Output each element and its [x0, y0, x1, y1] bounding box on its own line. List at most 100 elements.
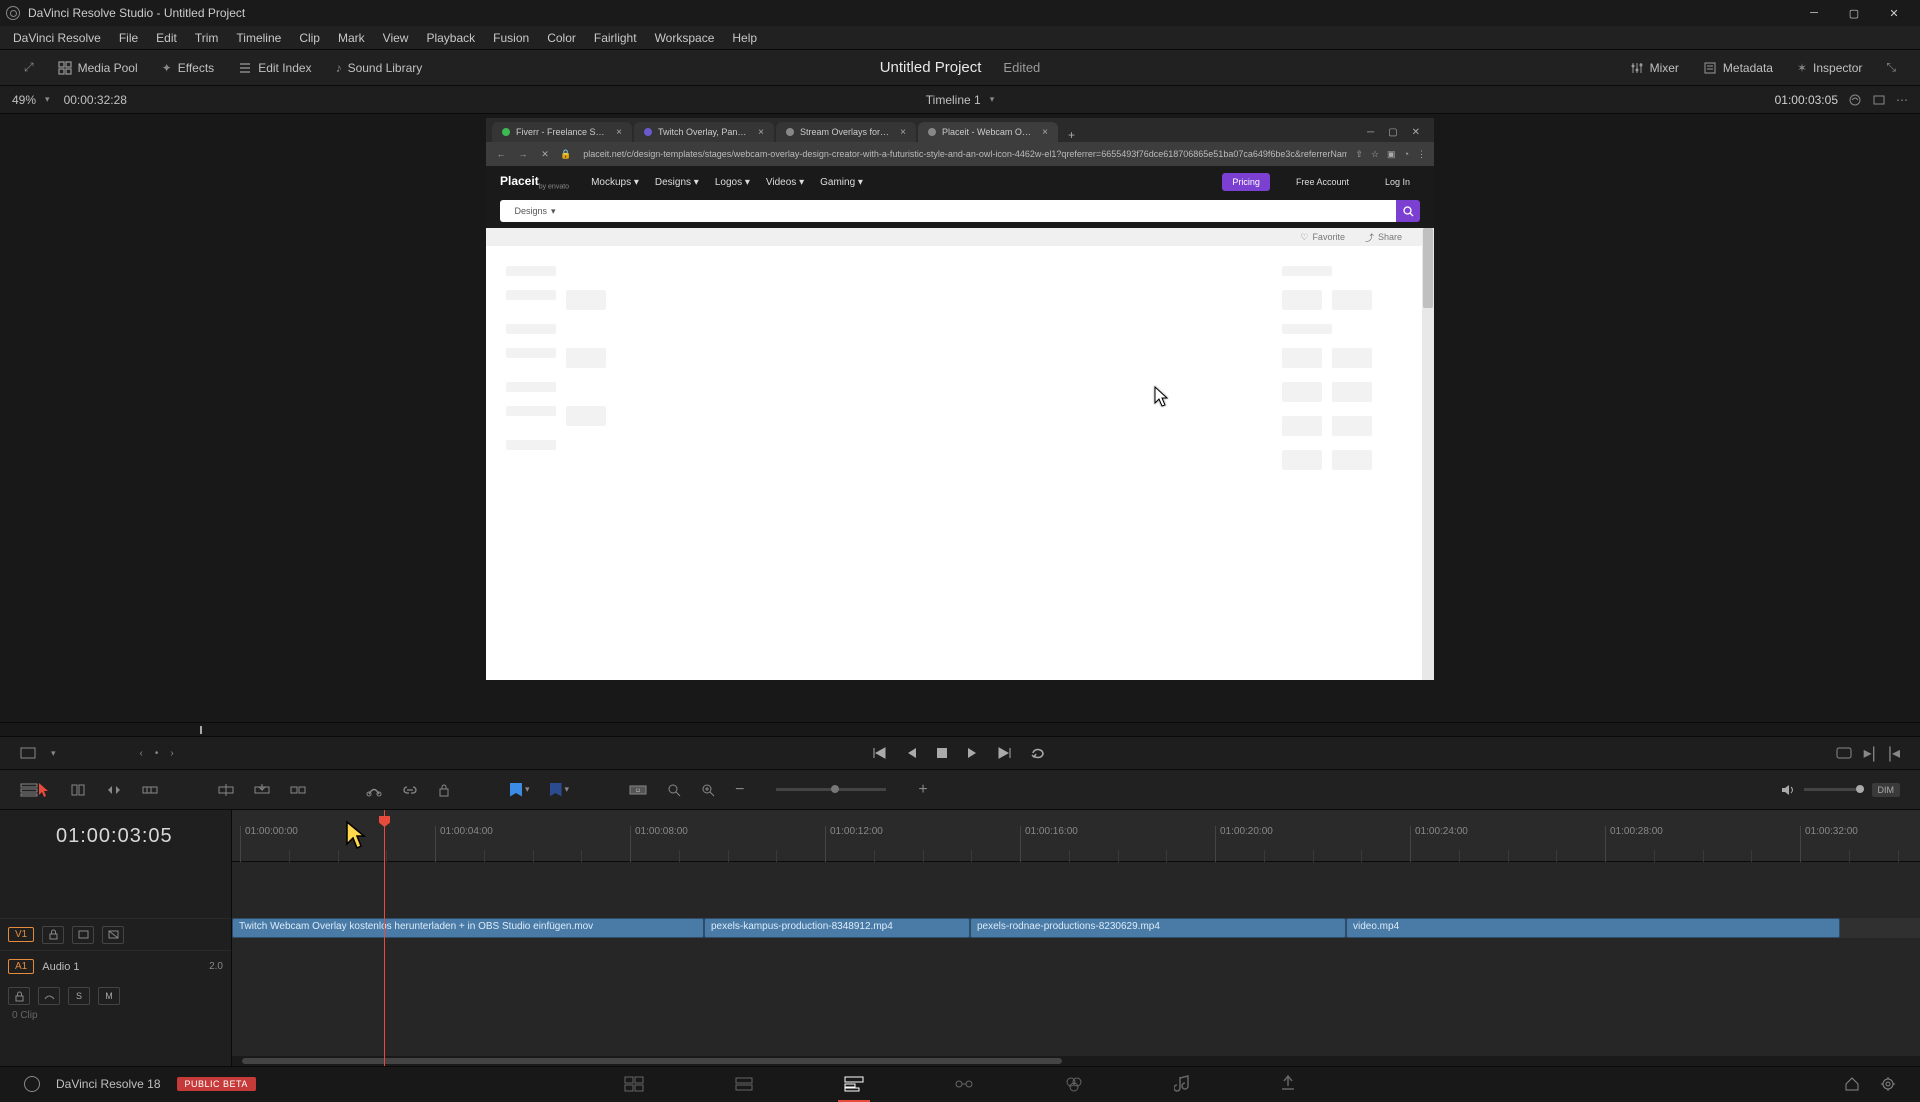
- menu-view[interactable]: View: [374, 26, 418, 50]
- menu-color[interactable]: Color: [538, 26, 585, 50]
- track-auto-select-button[interactable]: [72, 926, 94, 944]
- marker-dropdown[interactable]: ▾: [550, 783, 570, 797]
- timeline-clip[interactable]: pexels-kampus-production-8348912.mp4: [704, 918, 970, 938]
- track-disable-button[interactable]: [102, 926, 124, 944]
- menu-file[interactable]: File: [110, 26, 147, 50]
- menu-workspace[interactable]: Workspace: [646, 26, 724, 50]
- timeline-clip[interactable]: video.mp4: [1346, 918, 1840, 938]
- cut-page-button[interactable]: [734, 1076, 754, 1092]
- solo-button[interactable]: S: [68, 987, 90, 1005]
- audio-track-badge[interactable]: A1: [8, 959, 34, 974]
- go-to-end-button[interactable]: [997, 747, 1011, 759]
- menu-fusion[interactable]: Fusion: [484, 26, 538, 50]
- track-lock-button[interactable]: [42, 926, 64, 944]
- viewer-canvas[interactable]: Fiverr - Freelance Services Mark…× Twitc…: [486, 118, 1434, 680]
- menu-davinci-resolve[interactable]: DaVinci Resolve: [4, 26, 110, 50]
- flag-dropdown[interactable]: ▾: [510, 783, 530, 797]
- expand-button[interactable]: ⤢: [12, 50, 46, 86]
- viewer-options-icon[interactable]: ⋯: [1896, 93, 1908, 107]
- stop-button[interactable]: [937, 748, 947, 758]
- match-frame-button[interactable]: [1836, 747, 1852, 759]
- record-timecode[interactable]: 01:00:03:05: [1775, 93, 1838, 107]
- menu-help[interactable]: Help: [723, 26, 766, 50]
- prev-clip-button[interactable]: ‹: [140, 748, 143, 759]
- timeline-tracks[interactable]: 01:00:00:0001:00:04:0001:00:08:0001:00:1…: [232, 810, 1920, 1066]
- zoom-dropdown[interactable]: 49%▾: [12, 93, 50, 107]
- dim-button[interactable]: DIM: [1872, 783, 1901, 797]
- play-button[interactable]: [967, 747, 977, 759]
- audio-curve-button[interactable]: [38, 987, 60, 1005]
- timeline-name-dropdown[interactable]: Timeline 1▾: [926, 93, 994, 107]
- step-back-end-button[interactable]: |◂: [1888, 743, 1900, 763]
- metadata-button[interactable]: Metadata: [1691, 50, 1785, 86]
- deliver-page-button[interactable]: [1280, 1075, 1296, 1093]
- snapping-button[interactable]: ⌑: [629, 784, 647, 796]
- audio-track-lane[interactable]: [232, 950, 1920, 978]
- link-button[interactable]: [402, 785, 418, 795]
- project-settings-button[interactable]: [1880, 1076, 1896, 1092]
- step-forward-button[interactable]: ▸|: [1864, 743, 1876, 763]
- dynamic-trim-tool[interactable]: [106, 783, 122, 797]
- horizontal-scrollbar[interactable]: [232, 1056, 1920, 1066]
- replace-clip-button[interactable]: [290, 783, 306, 797]
- video-track-header[interactable]: V1: [0, 918, 231, 950]
- zoom-out-button[interactable]: −: [735, 781, 744, 799]
- loop-button[interactable]: [1031, 747, 1047, 759]
- inspector-button[interactable]: ✶Inspector: [1785, 50, 1874, 86]
- viewer-scrub-bar[interactable]: [0, 722, 1920, 736]
- window-close-button[interactable]: ✕: [1874, 2, 1914, 24]
- overwrite-clip-button[interactable]: [254, 783, 270, 797]
- timeline-timecode[interactable]: 01:00:03:05: [0, 810, 231, 862]
- single-viewer-icon[interactable]: [1872, 93, 1886, 107]
- menu-fairlight[interactable]: Fairlight: [585, 26, 646, 50]
- mute-button[interactable]: M: [98, 987, 120, 1005]
- razor-button[interactable]: [366, 783, 382, 797]
- search-button[interactable]: [667, 783, 681, 797]
- timeline-clip[interactable]: Twitch Webcam Overlay kostenlos herunter…: [232, 918, 704, 938]
- zoom-tool[interactable]: [701, 783, 715, 797]
- volume-slider[interactable]: [1804, 788, 1864, 791]
- menu-playback[interactable]: Playback: [417, 26, 484, 50]
- mixer-button[interactable]: Mixer: [1618, 50, 1691, 86]
- edit-index-button[interactable]: Edit Index: [226, 50, 323, 86]
- audio-track-header[interactable]: A1 Audio 1 2.0: [0, 950, 231, 982]
- edit-page-button[interactable]: [844, 1076, 864, 1092]
- menu-mark[interactable]: Mark: [329, 26, 374, 50]
- fairlight-page-button[interactable]: [1174, 1075, 1190, 1093]
- media-pool-button[interactable]: Media Pool: [46, 50, 150, 86]
- menu-trim[interactable]: Trim: [186, 26, 228, 50]
- expand-right-button[interactable]: ⤡: [1874, 50, 1908, 86]
- step-back-button[interactable]: [907, 747, 917, 759]
- next-clip-button[interactable]: ›: [170, 748, 173, 759]
- effects-button[interactable]: ✦Effects: [150, 50, 227, 86]
- audio-monitor-icon[interactable]: [1780, 783, 1796, 797]
- zoom-in-button[interactable]: +: [918, 781, 927, 799]
- playhead[interactable]: [384, 810, 385, 1066]
- media-page-button[interactable]: [624, 1076, 644, 1092]
- home-button[interactable]: [1844, 1076, 1860, 1092]
- blade-tool[interactable]: [142, 784, 158, 796]
- timeline-view-options-button[interactable]: [20, 783, 38, 797]
- window-maximize-button[interactable]: ▢: [1834, 2, 1874, 24]
- chevron-down-icon[interactable]: ▾: [51, 748, 56, 759]
- insert-clip-button[interactable]: [218, 783, 234, 797]
- audio-lock-button[interactable]: [8, 987, 30, 1005]
- timeline-clip[interactable]: pexels-rodnae-productions-8230629.mp4: [970, 918, 1346, 938]
- timeline-ruler[interactable]: 01:00:00:0001:00:04:0001:00:08:0001:00:1…: [232, 810, 1920, 862]
- fusion-page-button[interactable]: [954, 1076, 974, 1092]
- selection-tool[interactable]: [38, 782, 50, 798]
- go-to-start-button[interactable]: [873, 747, 887, 759]
- menu-timeline[interactable]: Timeline: [227, 26, 290, 50]
- color-page-button[interactable]: [1064, 1076, 1084, 1092]
- menu-clip[interactable]: Clip: [290, 26, 329, 50]
- window-minimize-button[interactable]: ─: [1794, 2, 1834, 24]
- position-lock-button[interactable]: [438, 783, 450, 797]
- menu-edit[interactable]: Edit: [147, 26, 186, 50]
- video-track-badge[interactable]: V1: [8, 927, 34, 942]
- viewer-mode-button[interactable]: [20, 747, 36, 759]
- video-track-lane[interactable]: Twitch Webcam Overlay kostenlos herunter…: [232, 918, 1920, 938]
- sound-library-button[interactable]: ♪Sound Library: [324, 50, 435, 86]
- bypass-grades-icon[interactable]: [1848, 93, 1862, 107]
- trim-tool[interactable]: [70, 783, 86, 797]
- zoom-slider[interactable]: [776, 788, 886, 791]
